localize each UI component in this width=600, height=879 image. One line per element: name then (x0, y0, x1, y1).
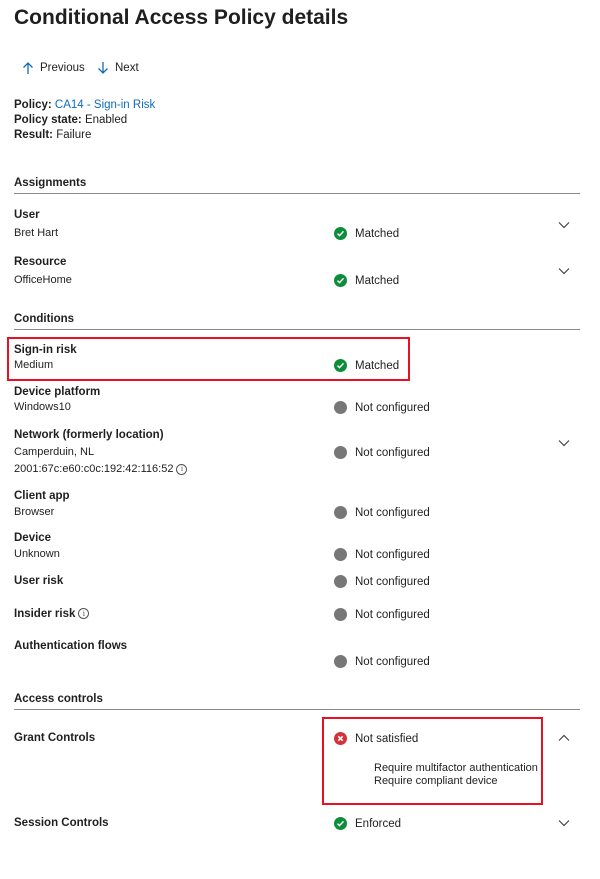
page-title: Conditional Access Policy details (14, 6, 349, 29)
error-circle-icon (334, 732, 347, 745)
network-value: Camperduin, NL (14, 446, 95, 458)
insider-risk-status: Not configured (334, 608, 430, 621)
device-platform-status: Not configured (334, 401, 430, 414)
resource-status: Matched (334, 274, 399, 287)
gray-circle-icon (334, 608, 347, 621)
network-label: Network (formerly location) (14, 429, 164, 441)
gray-circle-icon (334, 506, 347, 519)
chevron-down-icon[interactable] (557, 266, 571, 276)
policy-result-label: Result: (14, 129, 53, 141)
previous-label: Previous (40, 62, 85, 74)
client-app-value: Browser (14, 506, 55, 518)
check-circle-icon (334, 227, 347, 240)
chevron-up-icon[interactable] (557, 733, 571, 743)
user-risk-label: User risk (14, 575, 64, 587)
gray-circle-icon (334, 655, 347, 668)
auth-flows-status: Not configured (334, 655, 430, 668)
section-assignments: Assignments (14, 177, 580, 194)
section-conditions: Conditions (14, 313, 580, 330)
user-label: User (14, 209, 40, 221)
gray-circle-icon (334, 548, 347, 561)
resource-label: Resource (14, 256, 67, 268)
device-value: Unknown (14, 548, 60, 560)
network-status-text: Not configured (355, 446, 430, 459)
policy-result-row: Result: Failure (14, 128, 91, 143)
grant-controls-status: Not satisfied (334, 732, 418, 745)
grant-requirements: Require multifactor authentication Requi… (374, 762, 538, 788)
resource-status-text: Matched (355, 274, 400, 287)
arrow-up-icon (23, 62, 33, 74)
user-risk-status: Not configured (334, 575, 430, 588)
network-status: Not configured (334, 446, 430, 459)
signin-risk-label: Sign-in risk (14, 344, 77, 356)
device-platform-status-text: Not configured (355, 401, 430, 414)
policy-state-row: Policy state: Enabled (14, 113, 127, 128)
gray-circle-icon (334, 575, 347, 588)
policy-link[interactable]: CA14 - Sign-in Risk (55, 99, 155, 111)
resource-value: OfficeHome (14, 274, 72, 286)
check-circle-icon (334, 817, 347, 830)
policy-label: Policy: (14, 99, 52, 111)
arrow-down-icon (98, 62, 108, 74)
info-icon[interactable]: i (176, 463, 188, 475)
network-ip-value: 2001:67c:e60:c0c:192:42:116:52 (14, 463, 174, 475)
grant-requirement-item: Require multifactor authentication (374, 762, 538, 774)
device-platform-label: Device platform (14, 386, 101, 398)
check-circle-icon (334, 274, 347, 287)
device-status-text: Not configured (355, 548, 430, 561)
next-label: Next (115, 62, 139, 74)
signin-risk-status-text: Matched (355, 359, 400, 372)
chevron-down-icon[interactable] (557, 438, 571, 448)
device-status: Not configured (334, 548, 430, 561)
signin-risk-status: Matched (334, 359, 399, 372)
grant-controls-status-text: Not satisfied (355, 732, 419, 745)
insider-risk-row: Insider risk i (14, 608, 90, 620)
section-access-controls: Access controls (14, 693, 580, 710)
gray-circle-icon (334, 446, 347, 459)
grant-controls-label: Grant Controls (14, 732, 96, 744)
policy-result-value: Failure (56, 129, 92, 141)
grant-requirement-item: Require compliant device (374, 775, 498, 787)
client-app-label: Client app (14, 490, 70, 502)
gray-circle-icon (334, 401, 347, 414)
policy-state-label: Policy state: (14, 114, 82, 126)
grant-controls-highlight (322, 717, 543, 805)
info-icon[interactable]: i (78, 608, 90, 620)
auth-flows-label: Authentication flows (14, 640, 128, 652)
policy-state-value: Enabled (84, 114, 128, 126)
client-app-status: Not configured (334, 506, 430, 519)
signin-risk-value: Medium (14, 359, 54, 371)
check-circle-icon (334, 359, 347, 372)
insider-risk-status-text: Not configured (355, 608, 430, 621)
next-button[interactable]: Next (97, 61, 139, 75)
policy-name-row: Policy: CA14 - Sign-in Risk (14, 98, 155, 113)
session-controls-label: Session Controls (14, 817, 109, 829)
network-ip-row: 2001:67c:e60:c0c:192:42:116:52 i (14, 463, 188, 475)
session-controls-status: Enforced (334, 817, 401, 830)
client-app-status-text: Not configured (355, 506, 430, 519)
auth-flows-status-text: Not configured (355, 655, 430, 668)
user-value: Bret Hart (14, 227, 59, 239)
insider-risk-label: Insider risk (14, 608, 76, 620)
user-status: Matched (334, 227, 399, 240)
chevron-down-icon[interactable] (557, 220, 571, 230)
user-risk-status-text: Not configured (355, 575, 430, 588)
device-label: Device (14, 532, 52, 544)
chevron-down-icon[interactable] (557, 818, 571, 828)
previous-button[interactable]: Previous (22, 61, 85, 75)
session-controls-status-text: Enforced (355, 817, 402, 830)
device-platform-value: Windows10 (14, 401, 71, 413)
user-status-text: Matched (355, 227, 400, 240)
